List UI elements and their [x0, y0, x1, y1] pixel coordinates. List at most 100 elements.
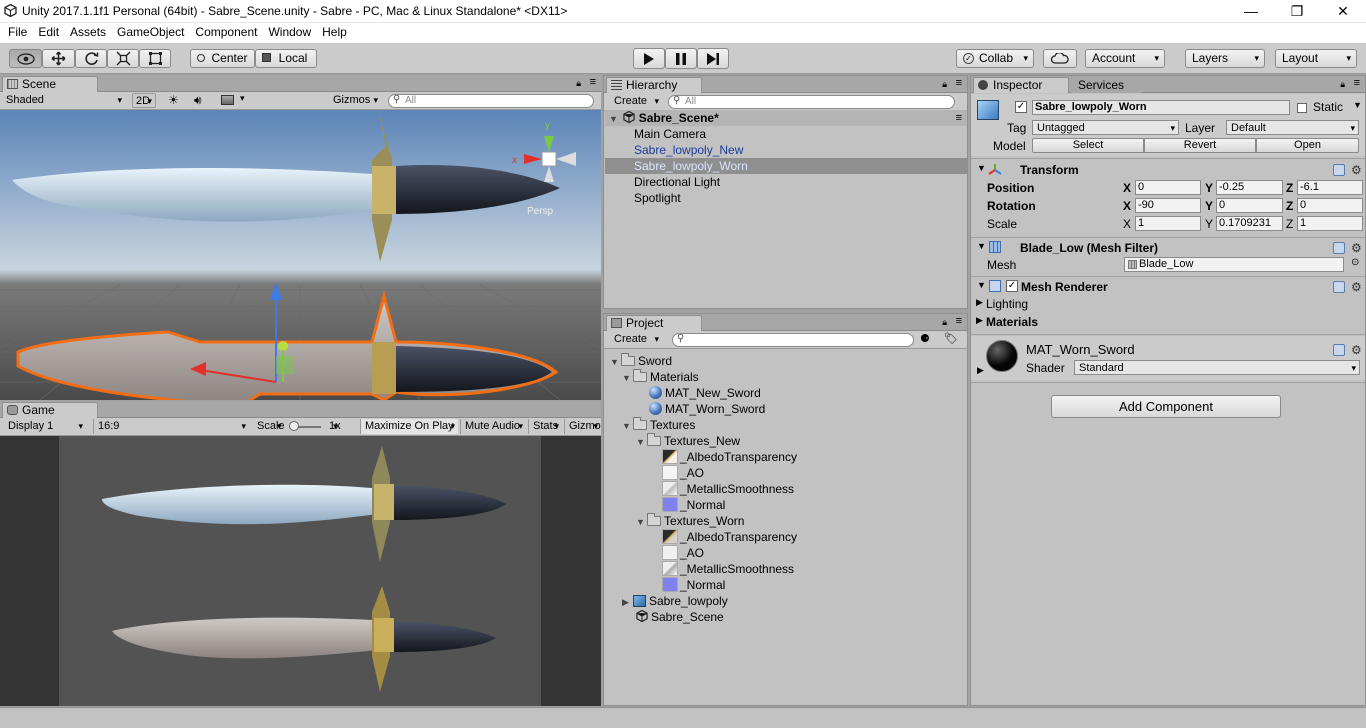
tab-project[interactable]: Project: [606, 315, 702, 331]
tab-game[interactable]: Game: [2, 402, 98, 418]
space-local-button[interactable]: Local: [255, 49, 317, 68]
hierarchy-item[interactable]: Directional Light: [605, 174, 967, 190]
active-checkbox[interactable]: ✓: [1015, 101, 1027, 113]
menu-assets[interactable]: Assets: [70, 23, 106, 39]
project-asset-texture[interactable]: _AO: [662, 545, 704, 561]
menu-help[interactable]: Help: [322, 23, 347, 39]
panel-menu-icon[interactable]: ≡: [1354, 77, 1360, 89]
lighting-toggle-icon[interactable]: ☀: [168, 93, 179, 107]
shading-mode-dropdown[interactable]: Shaded: [2, 93, 125, 108]
object-name-input[interactable]: Sabre_lowpoly_Worn: [1032, 100, 1290, 115]
expand-down-icon[interactable]: ▼: [977, 163, 986, 173]
project-folder-textures[interactable]: ▼ Textures: [622, 417, 695, 433]
gear-icon[interactable]: ⚙: [1351, 281, 1362, 293]
object-picker-icon[interactable]: ⊙: [1351, 257, 1359, 268]
gear-icon[interactable]: ⚙: [1351, 344, 1362, 356]
panel-menu-icon[interactable]: ≡: [956, 77, 962, 89]
expand-down-icon[interactable]: ▼: [610, 354, 621, 370]
cloud-button[interactable]: [1043, 49, 1077, 68]
project-asset-texture[interactable]: _AlbedoTransparency: [662, 529, 797, 545]
hierarchy-item[interactable]: Spotlight: [605, 190, 967, 206]
play-button[interactable]: [633, 48, 665, 69]
pause-button[interactable]: [665, 48, 697, 69]
project-asset-texture[interactable]: _Normal: [662, 497, 725, 513]
project-folder-textures-new[interactable]: ▼ Textures_New: [636, 433, 740, 449]
hierarchy-item[interactable]: Sabre_lowpoly_New: [605, 142, 967, 158]
materials-foldout[interactable]: Materials: [986, 315, 1038, 329]
gear-icon[interactable]: ⚙: [1351, 164, 1362, 176]
scale-tool-button[interactable]: [107, 49, 139, 68]
position-y-input[interactable]: -0.25: [1216, 180, 1283, 195]
expand-down-icon[interactable]: ▼: [622, 418, 633, 434]
expand-right-icon[interactable]: ▶: [977, 365, 984, 376]
rotation-z-input[interactable]: 0: [1297, 198, 1363, 213]
help-book-icon[interactable]: [1333, 164, 1345, 176]
project-asset-texture[interactable]: _AlbedoTransparency: [662, 449, 797, 465]
display-dropdown[interactable]: Display 1: [4, 419, 86, 434]
hierarchy-search-input[interactable]: All: [668, 95, 955, 109]
lock-icon[interactable]: 🔒︎: [1340, 79, 1345, 90]
filter-by-type-icon[interactable]: ⚈: [920, 332, 930, 345]
project-asset-material[interactable]: MAT_New_Sword: [649, 385, 761, 401]
step-button[interactable]: [697, 48, 729, 69]
project-folder-textures-worn[interactable]: ▼ Textures_Worn: [636, 513, 744, 529]
help-book-icon[interactable]: [1333, 344, 1345, 356]
lighting-foldout[interactable]: Lighting: [986, 297, 1028, 311]
expand-down-icon[interactable]: ▼: [622, 370, 633, 386]
lock-icon[interactable]: 🔒︎: [942, 317, 947, 328]
tab-inspector[interactable]: Inspector: [973, 77, 1069, 93]
scale-slider-handle[interactable]: [289, 421, 299, 431]
layer-dropdown[interactable]: Default: [1226, 120, 1359, 135]
rotation-y-input[interactable]: 0: [1216, 198, 1283, 213]
chevron-down-icon[interactable]: ▼: [1353, 100, 1362, 110]
project-asset-material[interactable]: MAT_Worn_Sword: [649, 401, 765, 417]
chevron-down-icon[interactable]: ▾: [240, 93, 245, 104]
scale-z-input[interactable]: 1: [1297, 216, 1363, 231]
menu-edit[interactable]: Edit: [38, 23, 59, 39]
project-asset-prefab[interactable]: ▶ Sabre_lowpoly: [622, 593, 728, 609]
project-folder-sword[interactable]: ▼ Sword: [610, 353, 672, 369]
project-asset-texture[interactable]: _MetallicSmoothness: [662, 481, 794, 497]
filter-by-label-icon[interactable]: 🏷︎: [944, 332, 958, 345]
scale-x-input[interactable]: 1: [1135, 216, 1201, 231]
tab-hierarchy[interactable]: Hierarchy: [606, 77, 702, 93]
scene-viewport[interactable]: Persp y x: [0, 110, 601, 400]
aspect-dropdown[interactable]: 16:9: [93, 419, 249, 434]
scene-menu-icon[interactable]: ≡: [956, 110, 962, 126]
hierarchy-scene-row[interactable]: ▼ Sabre_Scene* ≡: [605, 110, 967, 126]
lock-icon[interactable]: 🔒︎: [576, 78, 581, 89]
help-book-icon[interactable]: [1333, 281, 1345, 293]
mute-audio-toggle[interactable]: Mute Audio: [460, 419, 526, 434]
tab-scene[interactable]: Scene: [2, 76, 98, 92]
project-search-input[interactable]: [672, 333, 914, 347]
audio-toggle-icon[interactable]: 🔊︎: [194, 93, 202, 108]
expand-down-icon[interactable]: ▼: [977, 241, 986, 251]
rotate-tool-button[interactable]: [75, 49, 107, 68]
expand-right-icon[interactable]: ▶: [976, 315, 983, 326]
expand-right-icon[interactable]: ▶: [976, 297, 983, 308]
project-create-dropdown[interactable]: Create: [610, 332, 662, 347]
hierarchy-item[interactable]: Main Camera: [605, 126, 967, 142]
panel-menu-icon[interactable]: ≡: [956, 315, 962, 327]
help-book-icon[interactable]: [1333, 242, 1345, 254]
stats-toggle[interactable]: Stats: [528, 419, 562, 434]
minimize-button[interactable]: —: [1228, 0, 1274, 23]
move-tool-button[interactable]: [42, 49, 75, 68]
gizmos-toggle[interactable]: Gizmo: [564, 419, 601, 434]
2d-toggle[interactable]: 2D: [132, 93, 156, 108]
project-asset-texture[interactable]: _MetallicSmoothness: [662, 561, 794, 577]
renderer-enabled-checkbox[interactable]: ✓: [1006, 280, 1018, 292]
scene-search-input[interactable]: All: [388, 94, 594, 108]
gear-icon[interactable]: ⚙: [1351, 242, 1362, 254]
scale-y-input[interactable]: 0.1709231: [1216, 216, 1283, 231]
menu-file[interactable]: File: [8, 23, 27, 39]
gizmos-dropdown[interactable]: Gizmos: [329, 93, 381, 108]
expand-down-icon[interactable]: ▼: [977, 280, 986, 290]
pivot-center-button[interactable]: Center: [190, 49, 255, 68]
panel-menu-icon[interactable]: ≡: [590, 76, 596, 88]
layout-dropdown[interactable]: Layout ▾: [1275, 49, 1357, 68]
menu-component[interactable]: Component: [195, 23, 257, 39]
rotation-x-input[interactable]: -90: [1135, 198, 1201, 213]
position-z-input[interactable]: -6.1: [1297, 180, 1363, 195]
hierarchy-create-dropdown[interactable]: Create: [610, 94, 662, 109]
